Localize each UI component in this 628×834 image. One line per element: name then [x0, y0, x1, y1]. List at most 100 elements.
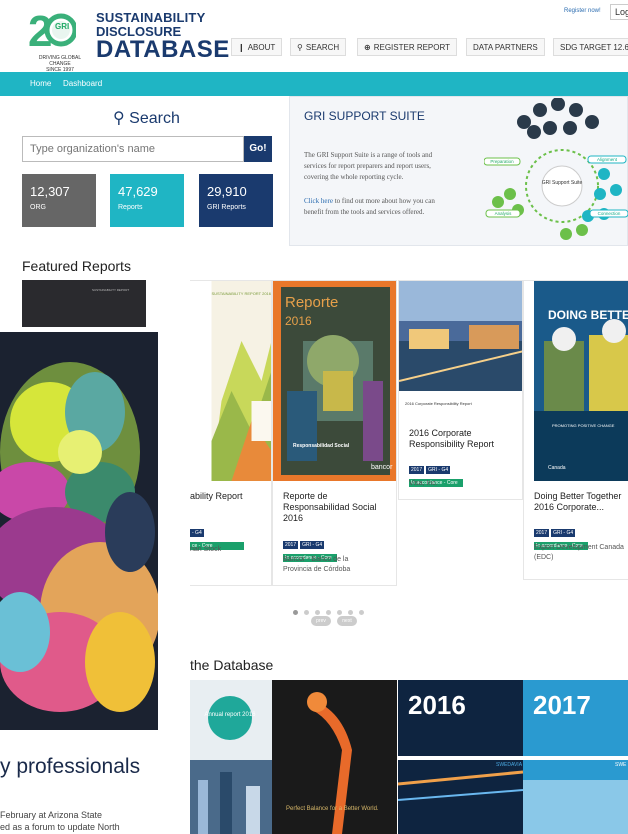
site-title-line-1: SUSTAINABILITY: [96, 10, 206, 25]
news-text-line-2: ed as a forum to update North: [0, 822, 120, 832]
svg-text:Reporte: Reporte: [285, 294, 338, 311]
stat-gri-reports-label: GRI Reports: [207, 204, 246, 211]
carousel-dot[interactable]: [348, 610, 353, 615]
title-line-2: Responsibility Report: [409, 439, 495, 449]
sub-navigation: Home Dashboard: [0, 72, 628, 96]
database-report-cover[interactable]: 2017 SWE: [523, 680, 628, 834]
year-badge: 2017: [534, 529, 550, 537]
org-line-2: (EDC): [534, 554, 554, 561]
report-card-title: Reporte de Responsabilidad Social 2016: [283, 491, 393, 524]
stat-org-tile[interactable]: 12,307 ORG: [22, 174, 96, 227]
title-line-2: Responsabilidad Social: [283, 502, 377, 512]
search-heading-text: Search: [129, 110, 180, 127]
report-card[interactable]: 2016 Corporate Responsibility Report 201…: [398, 280, 523, 500]
nav-sdg-label: SDG TARGET 12.6: [560, 43, 628, 52]
suite-p1-line-c: covering the whole reporting cycle.: [304, 173, 404, 181]
suite-p1-line-b: services for report preparers and report…: [304, 162, 431, 170]
report-card[interactable]: SUSTAINABILITY REPORT 2016 ability Repor…: [190, 280, 272, 586]
cover-brand: bancor: [371, 464, 393, 471]
nav-sdg-button[interactable]: SDG TARGET 12.6: [553, 38, 628, 56]
title-line-2: 2016 Corporate...: [534, 502, 605, 512]
report-cover-image: DOING BETTER TOGETHER PROMOTING POSITIVE…: [534, 281, 628, 481]
report-card-org: rian Stock: [190, 546, 222, 553]
nav-search-button[interactable]: ⚲ SEARCH: [290, 38, 347, 56]
standard-badge: GRI - G4: [426, 466, 451, 474]
suite-p2-line-a: to find out more about how you can: [332, 197, 435, 205]
stat-reports-value: 47,629: [118, 184, 158, 199]
search-heading-icon: ⚲: [113, 110, 125, 127]
nav-about-button[interactable]: ❙ ABOUT: [231, 38, 283, 56]
nav-search-label: SEARCH: [305, 43, 340, 52]
nav-data-partners-label: DATA PARTNERS: [473, 43, 538, 52]
news-text-line-1: February at Arizona State: [0, 810, 103, 820]
suite-click-here-link[interactable]: Click here: [304, 197, 333, 205]
report-card[interactable]: Reporte 2016 Responsabilidad Social banc…: [272, 280, 397, 586]
cover-title: DOING BETTER TOGETHER: [548, 308, 628, 322]
cover-title: SUSTAINABILITY REPORT 2016: [212, 291, 272, 296]
suite-paragraph-1: The GRI Support Suite is a range of tool…: [304, 150, 474, 183]
title-line-3: 2016: [283, 513, 304, 523]
colorful-hands-image: [0, 332, 158, 730]
stat-reports-tile[interactable]: 47,629 Reports: [110, 174, 184, 227]
carousel-dot[interactable]: [359, 610, 364, 615]
carousel-next-button[interactable]: next: [337, 616, 357, 626]
diagram-label-alignment: Alignment: [597, 157, 618, 162]
stat-org-value: 12,307: [30, 184, 70, 199]
carousel-dot[interactable]: [326, 610, 331, 615]
report-card-org: Visa, Inc.: [409, 480, 438, 487]
org-line-2: Provincia de Córdoba: [283, 566, 351, 573]
search-icon: ⚲: [297, 43, 303, 52]
carousel-dot[interactable]: [304, 610, 309, 615]
database-report-cover[interactable]: Annual report 2016: [190, 680, 272, 834]
thumbnail-text: SUSTAINABILITY REPORT: [92, 288, 130, 292]
database-report-cover[interactable]: 2016 SWEDAVIA: [398, 680, 523, 834]
carousel-prev-button[interactable]: prev: [311, 616, 331, 626]
professionals-heading: y professionals: [0, 755, 141, 778]
carousel-dot[interactable]: [293, 610, 298, 615]
site-title-line-3: DATABASE: [96, 36, 230, 63]
stat-gri-reports-value: 29,910: [207, 184, 247, 199]
nav-data-partners-button[interactable]: DATA PARTNERS: [466, 38, 545, 56]
featured-reports-heading: Featured Reports: [22, 258, 131, 274]
year-badge: 2017: [283, 541, 299, 549]
year-badge: 2017: [409, 466, 425, 474]
nav-register-report-button[interactable]: ⊕ REGISTER REPORT: [357, 38, 458, 56]
carousel-dots: [293, 602, 370, 620]
suite-title: GRI SUPPORT SUITE: [304, 109, 425, 123]
register-link[interactable]: Register now!: [564, 8, 601, 14]
nav-dashboard-link[interactable]: Dashboard: [63, 79, 102, 88]
org-line-1: Export Development Canada: [534, 544, 624, 551]
cover-brand: SWE: [615, 762, 627, 768]
report-card-title: 2016 Corporate Responsibility Report: [409, 428, 519, 450]
cover-title: Perfect Balance for a Better World.: [286, 806, 379, 812]
carousel-dot[interactable]: [315, 610, 320, 615]
stat-reports-label: Reports: [118, 204, 143, 211]
stat-org-label: ORG: [30, 204, 46, 211]
stat-gri-reports-tile[interactable]: 29,910 GRI Reports: [199, 174, 273, 227]
featured-thumbnail[interactable]: SUSTAINABILITY REPORT: [22, 280, 146, 327]
report-card[interactable]: DOING BETTER TOGETHER PROMOTING POSITIVE…: [523, 280, 628, 580]
diagram-label-analysis: Analysis: [495, 211, 513, 216]
standard-badge: - G4: [190, 529, 204, 537]
cover-brand: Canada: [548, 465, 566, 471]
support-suite-diagram[interactable]: GRI Support Suite Preparation Alignment …: [484, 98, 628, 244]
cover-subtitle: PROMOTING POSITIVE CHANGE: [552, 423, 615, 428]
database-heading: the Database: [190, 657, 274, 673]
cover-year: 2016: [408, 690, 466, 720]
logo-tagline: DRIVING GLOBAL CHANGE SINCE 1997: [28, 55, 92, 73]
diagram-label-connection: Connection: [598, 211, 621, 216]
report-card-org: Export Development Canada (EDC): [534, 543, 628, 563]
info-icon: ❙: [238, 43, 245, 52]
nav-home-link[interactable]: Home: [30, 79, 51, 88]
cover-title: 2016 Corporate Responsibility Report: [405, 401, 473, 406]
cover-subtitle: Responsabilidad Social: [293, 443, 350, 449]
database-report-cover[interactable]: Perfect Balance for a Better World.: [272, 680, 397, 834]
carousel-dot[interactable]: [337, 610, 342, 615]
organization-search-input[interactable]: [22, 136, 244, 162]
report-cover-image: SUSTAINABILITY REPORT 2016: [211, 281, 272, 481]
report-cover-image: 2016 Corporate Responsibility Report: [399, 281, 522, 421]
login-button[interactable]: Log: [610, 4, 628, 20]
org-line-1: Bancor - Banco de la: [283, 556, 349, 563]
tagline-line-1: DRIVING GLOBAL CHANGE: [38, 55, 82, 67]
search-go-button[interactable]: Go!: [244, 136, 272, 162]
